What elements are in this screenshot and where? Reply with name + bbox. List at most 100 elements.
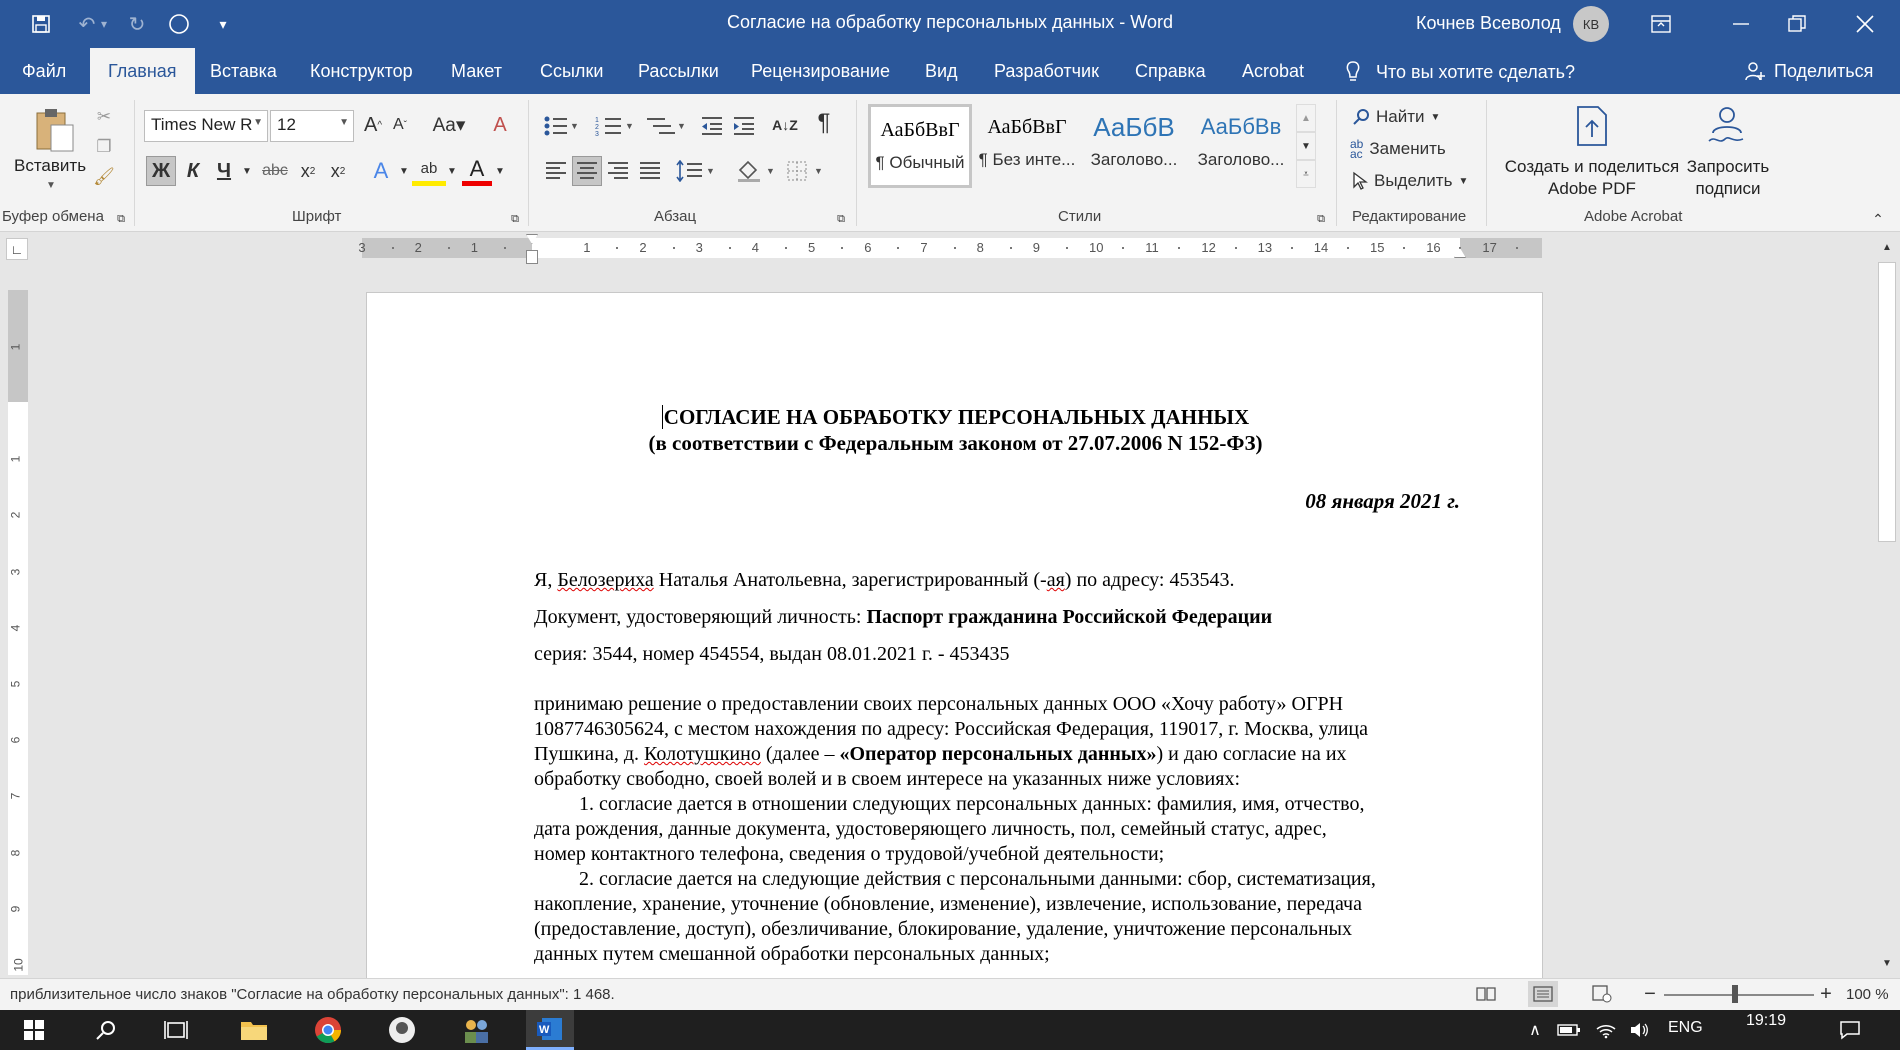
- horizontal-ruler[interactable]: 3 2 1 1 2 3 4 5 6 7 8 9 10 11 12 13 14 15 16 17: [358, 234, 1542, 264]
- people-app-icon[interactable]: [452, 1010, 500, 1050]
- left-indent-marker[interactable]: [526, 250, 538, 264]
- battery-icon[interactable]: [1552, 1010, 1586, 1050]
- share-button[interactable]: Поделиться: [1744, 60, 1873, 82]
- word-app-icon[interactable]: W: [526, 1010, 574, 1050]
- multilevel-list-icon[interactable]: ▼: [642, 112, 688, 140]
- windows-start-icon[interactable]: [10, 1010, 58, 1050]
- scroll-down-icon[interactable]: ▼: [1878, 954, 1896, 972]
- styles-launcher-icon[interactable]: ⧉: [1314, 212, 1328, 226]
- zoom-level[interactable]: 100 %: [1846, 986, 1889, 1003]
- superscript-icon[interactable]: x2: [324, 156, 352, 186]
- styles-scroll-down-icon[interactable]: ▼: [1296, 132, 1316, 160]
- underline-dropdown-icon[interactable]: ▼: [240, 156, 254, 186]
- paste-label[interactable]: Вставить: [14, 156, 86, 176]
- app-icon[interactable]: [378, 1010, 426, 1050]
- tray-chevron-icon[interactable]: ∧: [1520, 1010, 1550, 1050]
- zoom-out-icon[interactable]: −: [1640, 983, 1660, 1005]
- tab-layout[interactable]: Макет: [433, 48, 520, 94]
- chrome-icon[interactable]: [304, 1010, 352, 1050]
- tab-file[interactable]: Файл: [4, 48, 84, 94]
- user-name[interactable]: Кочнев Всеволод: [1416, 13, 1561, 34]
- align-right-icon[interactable]: [604, 156, 632, 186]
- increase-indent-icon[interactable]: [730, 112, 758, 140]
- select-button[interactable]: Выделить ▼: [1352, 168, 1482, 194]
- highlight-dropdown-icon[interactable]: ▼: [446, 156, 458, 186]
- text-effects-dropdown-icon[interactable]: ▼: [398, 156, 410, 186]
- tab-acrobat[interactable]: Acrobat: [1224, 48, 1322, 94]
- italic-button[interactable]: К: [180, 156, 206, 186]
- print-layout-icon[interactable]: [1528, 981, 1558, 1007]
- task-view-icon[interactable]: [152, 1010, 200, 1050]
- borders-icon[interactable]: ▼: [784, 156, 828, 186]
- tab-mailings[interactable]: Рассылки: [620, 48, 737, 94]
- align-center-icon[interactable]: [572, 156, 602, 186]
- shading-icon[interactable]: ▼: [734, 156, 778, 186]
- scroll-up-icon[interactable]: ▲: [1878, 238, 1896, 256]
- read-mode-icon[interactable]: [1474, 983, 1498, 1005]
- search-icon[interactable]: [82, 1010, 130, 1050]
- ribbon-display-icon[interactable]: [1626, 0, 1696, 48]
- tab-selector-icon[interactable]: ∟: [6, 238, 28, 260]
- highlight-icon[interactable]: ab: [412, 156, 446, 186]
- bullets-icon[interactable]: ▼: [540, 112, 580, 140]
- tab-references[interactable]: Ссылки: [522, 48, 621, 94]
- numbering-icon[interactable]: 1 2 3 ▼: [592, 112, 638, 140]
- paste-dropdown-icon[interactable]: ▼: [46, 180, 56, 191]
- font-size-dropdown-icon[interactable]: ▼: [339, 117, 349, 128]
- create-pdf-label[interactable]: Создать и поделиться Adobe PDF: [1500, 156, 1684, 200]
- clipboard-launcher-icon[interactable]: ⧉: [114, 212, 128, 226]
- show-formatting-icon[interactable]: ¶: [812, 108, 836, 138]
- replace-button[interactable]: ab ac Заменить: [1350, 136, 1480, 162]
- volume-icon[interactable]: [1624, 1010, 1656, 1050]
- shrink-font-icon[interactable]: Aˇ: [388, 110, 412, 140]
- tab-insert[interactable]: Вставка: [192, 48, 295, 94]
- paste-icon[interactable]: [26, 104, 80, 154]
- font-dropdown-icon[interactable]: ▼: [253, 117, 263, 128]
- find-button[interactable]: Найти ▼: [1352, 104, 1472, 130]
- scroll-thumb[interactable]: [1878, 262, 1896, 542]
- tab-review[interactable]: Рецензирование: [733, 48, 908, 94]
- font-size-combo[interactable]: 12 ▼: [270, 110, 354, 142]
- paragraph-launcher-icon[interactable]: ⧉: [834, 212, 848, 226]
- word-count-status[interactable]: приблизительное число знаков "Согласие н…: [10, 986, 615, 1003]
- tab-design[interactable]: Конструктор: [292, 48, 431, 94]
- signature-icon[interactable]: [1702, 104, 1752, 148]
- tab-developer[interactable]: Разработчик: [976, 48, 1117, 94]
- font-name-combo[interactable]: Times New R ▼: [144, 110, 268, 142]
- font-launcher-icon[interactable]: ⧉: [508, 212, 522, 226]
- tell-me-search[interactable]: Что вы хотите сделать?: [1344, 60, 1575, 84]
- avatar[interactable]: КВ: [1573, 6, 1609, 42]
- clock-time[interactable]: 19:19: [1746, 1012, 1786, 1030]
- line-spacing-icon[interactable]: ▼: [674, 156, 718, 186]
- font-color-dropdown-icon[interactable]: ▼: [494, 156, 506, 186]
- restore-icon[interactable]: [1762, 0, 1832, 48]
- style-heading-2[interactable]: АаБбВв Заголово...: [1189, 104, 1293, 188]
- file-explorer-icon[interactable]: [230, 1010, 278, 1050]
- font-color-icon[interactable]: A: [462, 156, 492, 186]
- cut-icon[interactable]: ✂: [92, 106, 116, 128]
- close-icon[interactable]: [1830, 0, 1900, 48]
- style-no-spacing[interactable]: АаБбВвГ ¶ Без инте...: [975, 104, 1079, 188]
- vertical-scrollbar[interactable]: ▲ ▼: [1874, 232, 1900, 978]
- zoom-slider-thumb[interactable]: [1732, 985, 1738, 1003]
- wifi-icon[interactable]: [1590, 1010, 1622, 1050]
- underline-button[interactable]: Ч: [210, 156, 238, 186]
- tab-help[interactable]: Справка: [1117, 48, 1224, 94]
- document-page[interactable]: СОГЛАСИЕ НА ОБРАБОТКУ ПЕРСОНАЛЬНЫХ ДАННЫ…: [366, 292, 1543, 978]
- subscript-icon[interactable]: x2: [294, 156, 322, 186]
- strikethrough-icon[interactable]: abc: [260, 156, 290, 186]
- style-normal[interactable]: АаБбВвГ ¶ Обычный: [868, 104, 972, 188]
- copy-icon[interactable]: ❐: [92, 136, 116, 158]
- language-indicator[interactable]: ENG: [1668, 1019, 1703, 1037]
- collapse-ribbon-icon[interactable]: ⌃: [1868, 210, 1888, 228]
- vertical-ruler[interactable]: 1 1 2 3 4 5 6 7 8 9 10: [8, 290, 28, 975]
- request-sign-label[interactable]: Запросить подписи: [1680, 156, 1776, 200]
- notifications-icon[interactable]: [1830, 1010, 1870, 1050]
- text-effects-icon[interactable]: A: [366, 156, 396, 186]
- web-layout-icon[interactable]: [1590, 983, 1614, 1005]
- tab-home[interactable]: Главная: [90, 48, 195, 94]
- sort-icon[interactable]: A↓Z: [770, 110, 800, 140]
- create-pdf-icon[interactable]: [1572, 104, 1612, 148]
- styles-more-icon[interactable]: ⩡: [1296, 160, 1316, 188]
- align-left-icon[interactable]: [542, 156, 570, 186]
